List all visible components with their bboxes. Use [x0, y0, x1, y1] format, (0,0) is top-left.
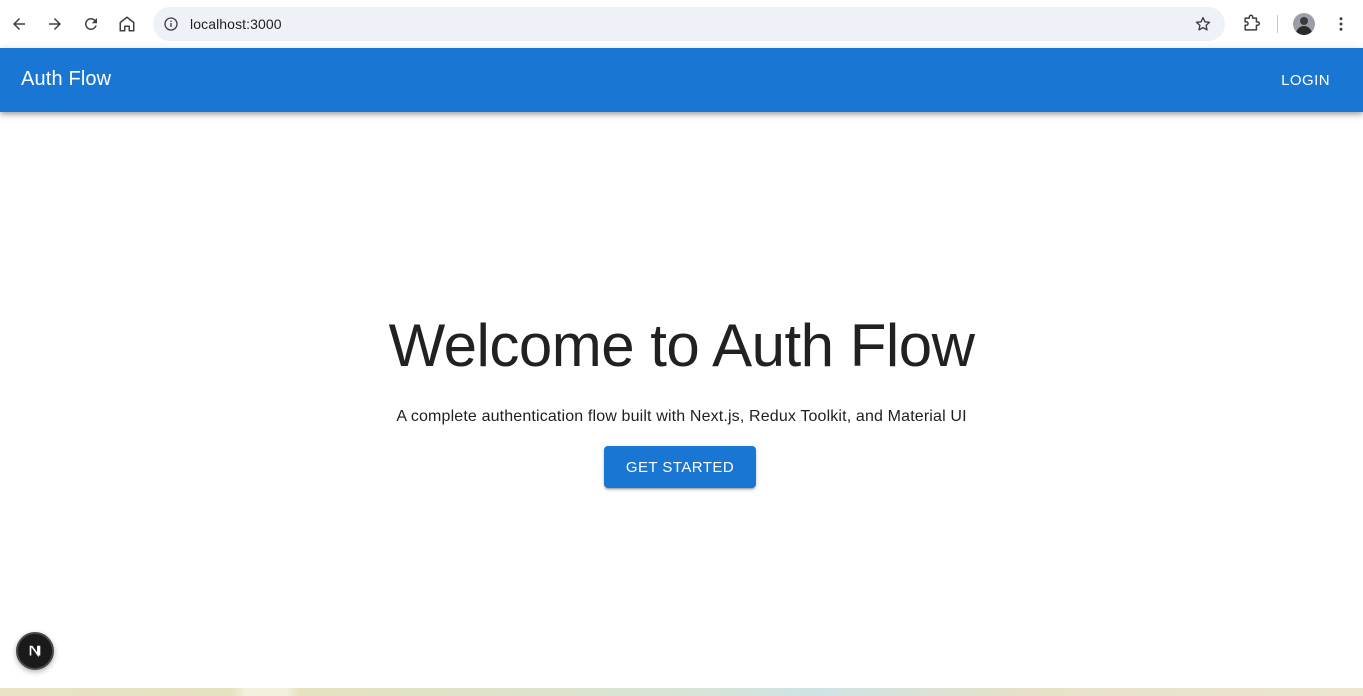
site-info-icon[interactable] [162, 15, 180, 33]
nextjs-dev-indicator[interactable] [16, 632, 54, 670]
address-bar[interactable]: localhost:3000 [153, 7, 1225, 41]
reload-icon [84, 17, 97, 30]
app-header: Auth Flow LOGIN [0, 48, 1363, 112]
home-icon [119, 16, 135, 32]
arrow-right-icon [49, 18, 61, 30]
home-button[interactable] [109, 6, 145, 42]
browser-toolbar: localhost:3000 [0, 0, 1363, 48]
forward-button[interactable] [37, 6, 73, 42]
back-button[interactable] [1, 6, 37, 42]
desktop-taskbar-edge [0, 688, 1363, 696]
hero-subtitle: A complete authentication flow built wit… [396, 408, 967, 425]
reload-button[interactable] [73, 6, 109, 42]
get-started-button[interactable]: GET STARTED [604, 446, 756, 488]
nextjs-logo-icon [29, 645, 41, 658]
login-button[interactable]: LOGIN [1270, 63, 1341, 97]
url-text[interactable]: localhost:3000 [190, 16, 282, 32]
tab-strip [860, 0, 1010, 2]
hero-title: Welcome to Auth Flow [388, 312, 975, 379]
extensions-icon[interactable] [1235, 8, 1267, 40]
hero-section: Welcome to Auth Flow A complete authenti… [0, 112, 1363, 688]
more-options-icon[interactable] [1325, 8, 1357, 40]
bookmark-star-icon[interactable] [1193, 14, 1213, 34]
profile-avatar[interactable] [1293, 13, 1315, 35]
app-title[interactable]: Auth Flow [21, 68, 111, 91]
toolbar-divider [1277, 15, 1278, 33]
arrow-left-icon [13, 18, 25, 30]
